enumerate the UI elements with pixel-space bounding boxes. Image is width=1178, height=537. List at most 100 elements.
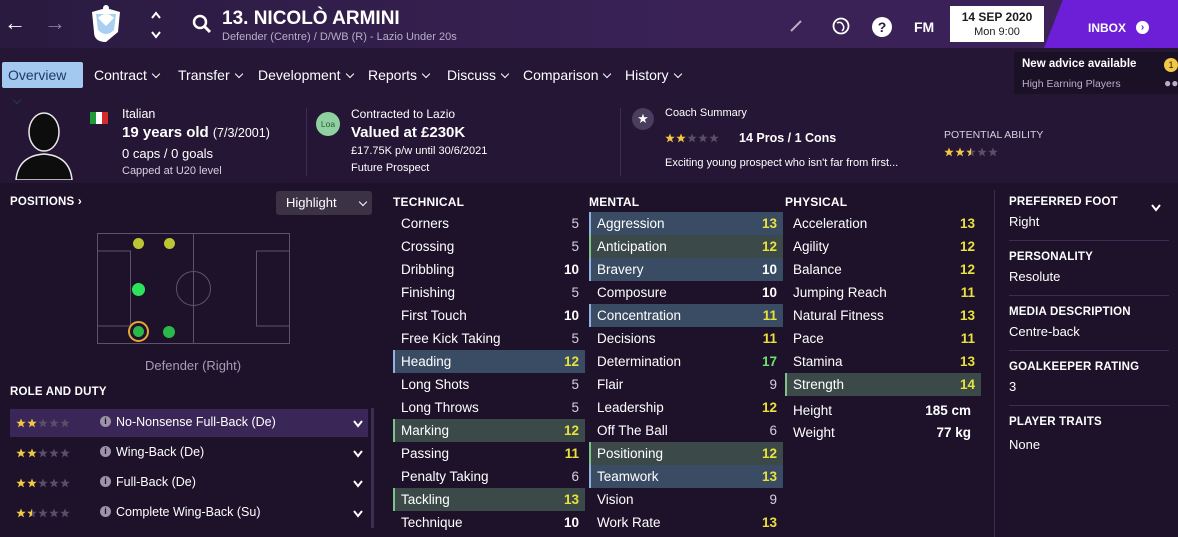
back-icon[interactable]: ←: [4, 12, 26, 34]
profile-collapse-icon[interactable]: [1150, 201, 1162, 212]
attribute-value: 13: [761, 469, 777, 484]
tab-discuss[interactable]: Discuss: [439, 62, 516, 88]
goalkeeper-rating-label: GOALKEEPER RATING: [1009, 361, 1140, 373]
attribute-row[interactable]: Positioning 12: [589, 442, 783, 465]
search-icon[interactable]: [192, 14, 212, 34]
attribute-row[interactable]: Corners 5: [393, 212, 585, 235]
advice-panel[interactable]: New advice available High Earning Player…: [1014, 52, 1178, 94]
player-status: Future Prospect: [351, 162, 430, 174]
attribute-row[interactable]: Crossing 5: [393, 235, 585, 258]
attribute-row[interactable]: Off The Ball 6: [589, 419, 783, 442]
chevron-down-icon[interactable]: [150, 28, 162, 39]
role-item[interactable]: i Wing-Back (De): [10, 439, 368, 467]
pros-cons[interactable]: 14 Pros / 1 Cons: [739, 131, 836, 145]
attribute-row[interactable]: Bravery 10: [589, 258, 783, 281]
attribute-row[interactable]: Vision 9: [589, 488, 783, 511]
attribute-row[interactable]: Jumping Reach 11: [785, 281, 981, 304]
info-icon[interactable]: i: [100, 506, 111, 517]
attribute-name: Stamina: [793, 354, 843, 369]
attribute-row[interactable]: Stamina 13: [785, 350, 981, 373]
attribute-row[interactable]: Heading 12: [393, 350, 585, 373]
info-icon[interactable]: i: [100, 416, 111, 427]
attribute-row[interactable]: Decisions 11: [589, 327, 783, 350]
tab-reports[interactable]: Reports: [360, 62, 437, 88]
positions-title[interactable]: POSITIONS ›: [10, 196, 82, 208]
preferred-foot: Right: [1009, 214, 1040, 229]
fm-menu-button[interactable]: FM: [914, 19, 934, 35]
attribute-row[interactable]: Long Throws 5: [393, 396, 585, 419]
role-scrollbar[interactable]: [371, 408, 374, 528]
attribute-value: 6: [769, 423, 777, 438]
attribute-row[interactable]: Aggression 13: [589, 212, 783, 235]
attribute-row[interactable]: Pace 11: [785, 327, 981, 350]
role-item[interactable]: i No-Nonsense Full-Back (De): [10, 409, 368, 437]
attribute-row[interactable]: Determination 17: [589, 350, 783, 373]
forward-icon[interactable]: →: [44, 12, 66, 34]
role-item[interactable]: i Full-Back (De): [10, 469, 368, 497]
attribute-row[interactable]: Technique 10: [393, 511, 585, 534]
tab-development[interactable]: Development: [250, 62, 361, 88]
attribute-row[interactable]: Composure 10: [589, 281, 783, 304]
attribute-row[interactable]: Anticipation 12: [589, 235, 783, 258]
chevron-up-icon[interactable]: [150, 8, 162, 19]
preferred-foot-label: PREFERRED FOOT: [1009, 196, 1118, 208]
attribute-value: 12: [563, 423, 579, 438]
goalkeeper-rating: 3: [1009, 379, 1017, 394]
attribute-row[interactable]: Natural Fitness 13: [785, 304, 981, 327]
info-icon[interactable]: i: [100, 446, 111, 457]
attribute-value: 12: [761, 239, 777, 254]
tab-overview[interactable]: Overview: [2, 62, 83, 105]
tab-transfer[interactable]: Transfer: [170, 62, 250, 88]
attribute-row[interactable]: Concentration 11: [589, 304, 783, 327]
chevron-down-icon[interactable]: [352, 448, 364, 462]
attribute-row[interactable]: Agility 12: [785, 235, 981, 258]
personality: Resolute: [1009, 269, 1061, 284]
tab-contract[interactable]: Contract: [86, 62, 167, 88]
player-wage: £17.75K p/w until 30/6/2021: [351, 145, 488, 157]
advice-count-badge: 1: [1164, 58, 1178, 72]
info-icon[interactable]: i: [100, 476, 111, 487]
attribute-row[interactable]: Long Shots 5: [393, 373, 585, 396]
tab-comparison[interactable]: Comparison: [515, 62, 618, 88]
star-icon: [665, 133, 675, 143]
attribute-row[interactable]: Leadership 12: [589, 396, 783, 419]
date-display[interactable]: 14 SEP 2020 Mon 9:00: [950, 6, 1044, 42]
role-item[interactable]: i Complete Wing-Back (Su): [10, 499, 368, 527]
attribute-row[interactable]: Teamwork 13: [589, 465, 783, 488]
tab-history[interactable]: History: [617, 62, 689, 88]
edit-icon[interactable]: [788, 18, 804, 34]
attribute-name: Tackling: [401, 492, 450, 507]
attribute-name: Jumping Reach: [793, 285, 887, 300]
attribute-row[interactable]: Flair 9: [589, 373, 783, 396]
attribute-row[interactable]: First Touch 10: [393, 304, 585, 327]
attribute-value: 9: [769, 377, 777, 392]
position-dot-dc: [163, 326, 175, 338]
attribute-name: Leadership: [597, 400, 664, 415]
attribute-row[interactable]: Strength 14: [785, 373, 981, 396]
attribute-row[interactable]: Tackling 13: [393, 488, 585, 511]
chevron-down-icon[interactable]: [352, 418, 364, 432]
player-subtitle: Defender (Centre) / D/WB (R) - Lazio Und…: [222, 31, 457, 43]
star-icon: [38, 508, 48, 518]
attribute-row[interactable]: Work Rate 13: [589, 511, 783, 534]
attribute-name: Balance: [793, 262, 842, 277]
attribute-value: 5: [571, 377, 579, 392]
attribute-row[interactable]: Penalty Taking 6: [393, 465, 585, 488]
attribute-row[interactable]: Free Kick Taking 5: [393, 327, 585, 350]
attribute-name: First Touch: [401, 308, 467, 323]
highlight-dropdown[interactable]: Highlight: [276, 191, 372, 215]
star-icon: [49, 448, 59, 458]
attribute-row[interactable]: Balance 12: [785, 258, 981, 281]
attribute-row[interactable]: Acceleration 13: [785, 212, 981, 235]
attribute-row[interactable]: Finishing 5: [393, 281, 585, 304]
chevron-down-icon[interactable]: [352, 478, 364, 492]
attribute-row[interactable]: Marking 12: [393, 419, 585, 442]
media-description-label: MEDIA DESCRIPTION: [1009, 306, 1131, 318]
help-icon[interactable]: ?: [872, 17, 892, 37]
attribute-row[interactable]: Dribbling 10: [393, 258, 585, 281]
globe-icon[interactable]: [832, 17, 850, 35]
attribute-name: Positioning: [597, 446, 664, 461]
attribute-row[interactable]: Passing 11: [393, 442, 585, 465]
chevron-down-icon[interactable]: [352, 508, 364, 522]
physical-title: PHYSICAL: [785, 195, 848, 209]
